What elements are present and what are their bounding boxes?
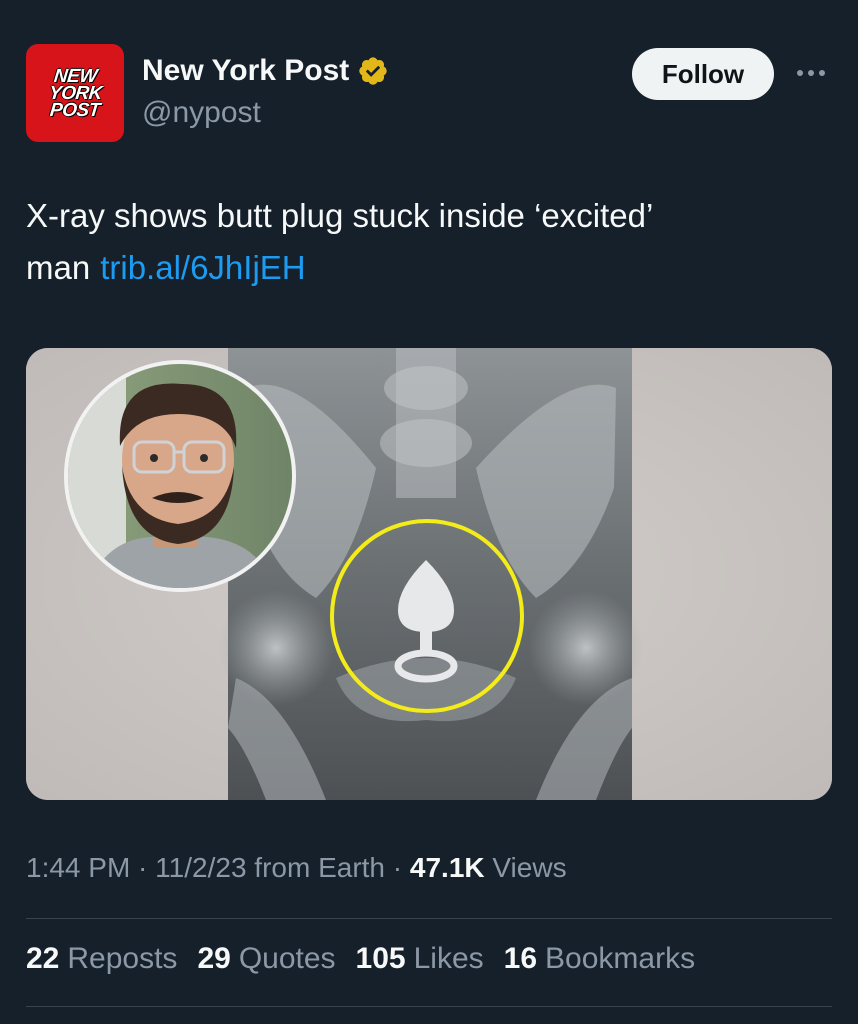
quotes-stat[interactable]: 29 Quotes xyxy=(197,942,335,976)
reposts-count: 22 xyxy=(26,942,60,975)
tweet-date[interactable]: 11/2/23 xyxy=(155,852,246,883)
display-name[interactable]: New York Post xyxy=(142,54,349,88)
follow-button[interactable]: Follow xyxy=(632,48,774,100)
reposts-stat[interactable]: 22 Reposts xyxy=(26,942,177,976)
divider xyxy=(26,1006,832,1007)
logo-line-1: NEW xyxy=(52,65,98,87)
logo-line-3: POST xyxy=(49,99,101,121)
divider xyxy=(26,918,832,919)
bookmarks-count: 16 xyxy=(503,942,538,975)
tweet-time[interactable]: 1:44 PM xyxy=(26,852,130,883)
tweet-metadata: 1:44 PM · 11/2/23 from Earth · 47.1K Vie… xyxy=(26,852,567,884)
bookmarks-stat[interactable]: 16 Bookmarks xyxy=(504,942,695,976)
tweet-media[interactable] xyxy=(26,348,832,800)
logo-line-2: YORK xyxy=(47,82,103,104)
bookmarks-label: Bookmarks xyxy=(545,942,696,975)
reposts-label: Reposts xyxy=(67,942,178,975)
tweet-source: from Earth xyxy=(246,852,385,883)
verified-badge-icon xyxy=(359,57,387,85)
tweet-text: X-ray shows butt plug stuck inside ‘exci… xyxy=(26,190,816,294)
nypost-avatar[interactable]: NEW YORK POST xyxy=(26,44,124,142)
meta-separator: · xyxy=(130,852,156,883)
more-options-icon[interactable] xyxy=(794,60,828,86)
likes-stat[interactable]: 105 Likes xyxy=(356,942,484,976)
tweet-link[interactable]: trib.al/6JhIjEH xyxy=(100,249,305,286)
views-count: 47.1K xyxy=(409,852,485,883)
engagement-stats: 22 Reposts 29 Quotes 105 Likes 16 Bookmarks xyxy=(26,942,695,976)
quotes-label: Quotes xyxy=(238,942,336,975)
likes-label: Likes xyxy=(413,942,484,975)
likes-count: 105 xyxy=(355,942,406,975)
quotes-count: 29 xyxy=(197,942,231,975)
meta-separator: · xyxy=(385,852,410,883)
author-handle[interactable]: @nypost xyxy=(142,96,261,130)
xray-image xyxy=(26,348,832,800)
author-name-row[interactable]: New York Post xyxy=(142,54,389,88)
views-label: Views xyxy=(484,852,567,883)
